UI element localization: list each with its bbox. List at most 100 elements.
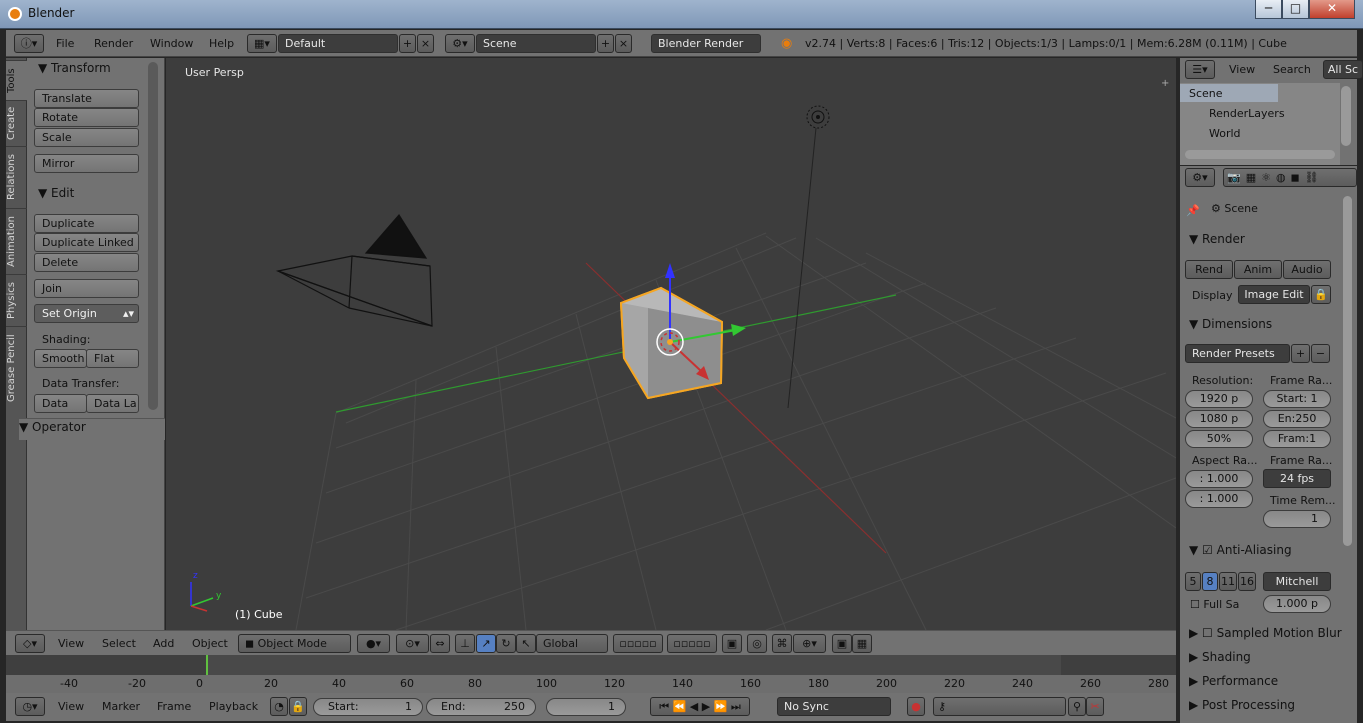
current-frame-line[interactable] bbox=[206, 655, 208, 677]
snap-element-select[interactable]: ⊕▾ bbox=[793, 634, 826, 653]
resolution-x-field[interactable]: 1920 p bbox=[1185, 390, 1253, 408]
playback-controls[interactable]: ⏮ ⏪ ◀ ▶ ⏩ ⏭ bbox=[650, 697, 750, 716]
add-scene-icon[interactable]: + bbox=[597, 34, 614, 53]
timeline[interactable]: -40 -20 0 20 40 60 80 100 120 140 160 180 200 220 240 2… bbox=[6, 655, 1176, 693]
3d-viewport[interactable]: z y User Persp (1) Cube + bbox=[166, 58, 1176, 630]
layers-grid-2[interactable]: ▫▫▫▫▫ bbox=[667, 634, 717, 653]
properties-scrollbar[interactable] bbox=[1343, 196, 1352, 546]
layers-grid[interactable]: ▫▫▫▫▫ bbox=[613, 634, 663, 653]
lock-display-icon[interactable]: 🔒 bbox=[1311, 285, 1331, 304]
sync-select[interactable]: No Sync bbox=[777, 697, 891, 716]
data-layout-button[interactable]: Data La bbox=[86, 394, 139, 413]
performance-panel-header[interactable]: ▶ Performance bbox=[1189, 674, 1278, 688]
tool-scrollbar[interactable] bbox=[148, 62, 158, 410]
motion-blur-panel-header[interactable]: ▶ ☐ Sampled Motion Blur bbox=[1189, 626, 1342, 640]
end-frame-field[interactable]: End: 250 bbox=[426, 698, 536, 716]
menu-playback[interactable]: Playback bbox=[209, 700, 258, 713]
tab-tools[interactable]: Tools bbox=[6, 60, 27, 100]
close-button[interactable]: ✕ bbox=[1309, 0, 1355, 19]
scene-field[interactable]: Scene bbox=[476, 34, 596, 53]
outliner-view-menu[interactable]: View bbox=[1229, 63, 1255, 76]
operator-panel-header[interactable]: ▼ Operator bbox=[19, 418, 165, 440]
preview-range-icon[interactable]: ◔ bbox=[270, 697, 288, 716]
tab-animation[interactable]: Animation bbox=[6, 208, 27, 274]
frame-end-field[interactable]: En:250 bbox=[1263, 410, 1331, 428]
pivot-select[interactable]: ⊙▾ bbox=[396, 634, 429, 653]
start-frame-field[interactable]: Start: 1 bbox=[313, 698, 423, 716]
aspect-y-field[interactable]: : 1.000 bbox=[1185, 490, 1253, 508]
antialiasing-panel-header[interactable]: ▼ ☑ Anti-Aliasing bbox=[1189, 543, 1292, 557]
mode-select[interactable]: ◼ Object Mode bbox=[238, 634, 351, 653]
add-panel-icon[interactable]: + bbox=[1161, 78, 1169, 89]
aa-filter-select[interactable]: Mitchell bbox=[1263, 572, 1331, 591]
scene-icon[interactable]: ⚙▾ bbox=[445, 34, 475, 53]
delete-keyframe-icon[interactable]: ✂ bbox=[1086, 697, 1104, 716]
render-engine-select[interactable]: Blender Render bbox=[651, 34, 761, 53]
display-select[interactable]: Image Edit bbox=[1238, 285, 1310, 304]
fps-select[interactable]: 24 fps bbox=[1263, 469, 1331, 488]
edit-panel-header[interactable]: ▼ Edit bbox=[38, 186, 74, 200]
data-button[interactable]: Data bbox=[34, 394, 87, 413]
editor-type-icon[interactable]: ◷▾ bbox=[15, 697, 45, 716]
menu-render[interactable]: Render bbox=[94, 37, 133, 50]
layer-lock-icon[interactable]: ⇔ bbox=[430, 634, 450, 653]
pin-icon[interactable]: 📌 bbox=[1186, 204, 1200, 217]
proportional-edit-icon[interactable]: ◎ bbox=[747, 634, 767, 653]
render-presets-select[interactable]: Render Presets bbox=[1185, 344, 1290, 363]
time-remap-field[interactable]: 1 bbox=[1263, 510, 1331, 528]
screen-layout-field[interactable]: Default bbox=[278, 34, 398, 53]
editor-type-icon[interactable]: ☰▾ bbox=[1185, 60, 1215, 79]
orientation-select[interactable]: Global bbox=[536, 634, 608, 653]
add-screen-icon[interactable]: + bbox=[399, 34, 416, 53]
menu-window[interactable]: Window bbox=[150, 37, 193, 50]
screen-layout-icon[interactable]: ▦▾ bbox=[247, 34, 277, 53]
duplicate-button[interactable]: Duplicate bbox=[34, 214, 139, 233]
keying-set-field[interactable]: ⚷ bbox=[933, 697, 1066, 716]
set-origin-select[interactable]: Set Origin ▴▾ bbox=[34, 304, 139, 323]
opengl-anim-icon[interactable]: ▦ bbox=[852, 634, 872, 653]
outliner-item-renderlayers[interactable]: RenderLayers bbox=[1180, 104, 1285, 120]
outliner-hscrollbar[interactable] bbox=[1185, 150, 1335, 159]
mirror-button[interactable]: Mirror bbox=[34, 154, 139, 173]
dimensions-panel-header[interactable]: ▼ Dimensions bbox=[1189, 317, 1272, 331]
aa-samples-11[interactable]: 11 bbox=[1219, 572, 1237, 591]
transform-panel-header[interactable]: ▼ Transform bbox=[38, 61, 111, 75]
remove-preset-icon[interactable]: − bbox=[1311, 344, 1330, 363]
outliner-search-menu[interactable]: Search bbox=[1273, 63, 1311, 76]
render-panel-header[interactable]: ▼ Render bbox=[1189, 232, 1245, 246]
render-audio-button[interactable]: Audio bbox=[1283, 260, 1331, 279]
tab-grease-pencil[interactable]: Grease Pencil bbox=[6, 326, 27, 410]
remove-screen-icon[interactable]: × bbox=[417, 34, 434, 53]
editor-type-icon[interactable]: ⓘ▾ bbox=[14, 34, 44, 53]
opengl-render-icon[interactable]: ▣ bbox=[832, 634, 852, 653]
outliner-item-scene[interactable]: Scene bbox=[1180, 84, 1278, 102]
smooth-button[interactable]: Smooth bbox=[34, 349, 87, 368]
add-preset-icon[interactable]: + bbox=[1291, 344, 1310, 363]
duplicate-linked-button[interactable]: Duplicate Linked bbox=[34, 233, 139, 252]
translate-button[interactable]: Translate bbox=[34, 89, 139, 108]
layers-icon[interactable]: ▣ bbox=[722, 634, 742, 653]
resolution-y-field[interactable]: 1080 p bbox=[1185, 410, 1253, 428]
scale-manipulator-icon[interactable]: ↖ bbox=[516, 634, 536, 653]
maximize-button[interactable]: □ bbox=[1282, 0, 1309, 19]
outliner-scrollbar[interactable] bbox=[1341, 86, 1351, 146]
aspect-x-field[interactable]: : 1.000 bbox=[1185, 470, 1253, 488]
menu-select[interactable]: Select bbox=[102, 637, 136, 650]
menu-view[interactable]: View bbox=[58, 700, 84, 713]
delete-button[interactable]: Delete bbox=[34, 253, 139, 272]
menu-file[interactable]: File bbox=[56, 37, 74, 50]
render-image-button[interactable]: Rend bbox=[1185, 260, 1233, 279]
frame-step-field[interactable]: Fram:1 bbox=[1263, 430, 1331, 448]
translate-manipulator-icon[interactable]: ↗ bbox=[476, 634, 496, 653]
tab-physics[interactable]: Physics bbox=[6, 274, 27, 326]
editor-type-icon[interactable]: ◇▾ bbox=[15, 634, 45, 653]
scale-button[interactable]: Scale bbox=[34, 128, 139, 147]
aa-samples-8[interactable]: 8 bbox=[1202, 572, 1218, 591]
menu-help[interactable]: Help bbox=[209, 37, 234, 50]
remove-scene-icon[interactable]: × bbox=[615, 34, 632, 53]
post-processing-panel-header[interactable]: ▶ Post Processing bbox=[1189, 698, 1295, 712]
menu-view[interactable]: View bbox=[58, 637, 84, 650]
render-anim-button[interactable]: Anim bbox=[1234, 260, 1282, 279]
viewport-shading-select[interactable]: ●▾ bbox=[357, 634, 390, 653]
shading-panel-header[interactable]: ▶ Shading bbox=[1189, 650, 1251, 664]
